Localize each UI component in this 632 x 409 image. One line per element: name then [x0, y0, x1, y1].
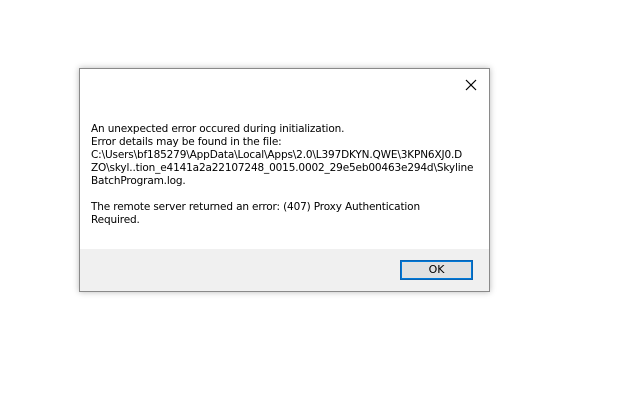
- error-dialog: An unexpected error occured during initi…: [79, 68, 490, 292]
- message-line: C:\Users\bf185279\AppData\Local\Apps\2.0…: [91, 149, 463, 161]
- close-button[interactable]: [459, 73, 483, 97]
- message-line: An unexpected error occured during initi…: [91, 123, 345, 135]
- message-line: Error details may be found in the file:: [91, 136, 282, 148]
- message-line: ZO\skyl..tion_e4141a2a22107248_0015.0002…: [91, 162, 474, 174]
- detail-line: The remote server returned an error: (40…: [91, 201, 420, 213]
- dialog-footer: OK: [80, 249, 489, 291]
- message-spacer: [91, 188, 471, 201]
- ok-button[interactable]: OK: [400, 260, 473, 280]
- message-line: BatchProgram.log.: [91, 175, 186, 187]
- detail-line: Required.: [91, 214, 140, 226]
- close-icon: [465, 79, 477, 91]
- error-message: An unexpected error occured during initi…: [91, 123, 474, 227]
